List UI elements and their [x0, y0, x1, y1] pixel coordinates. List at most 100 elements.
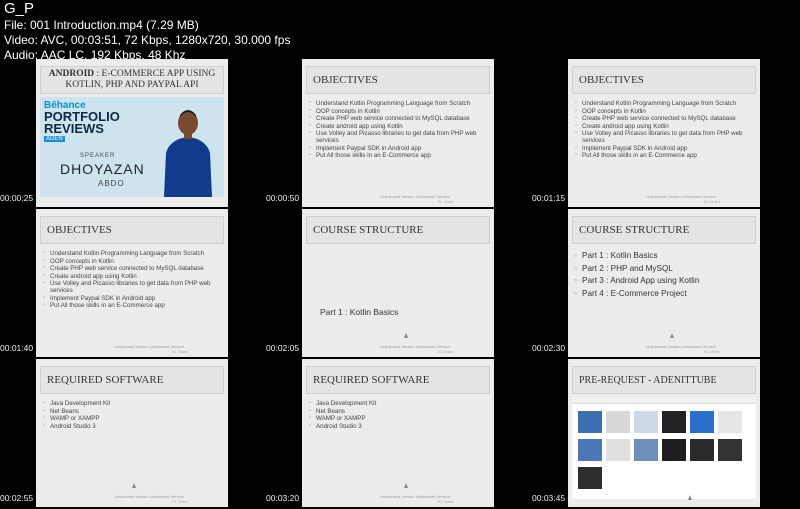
- slide: REQUIRED SOFTWARE Java Development Kit N…: [36, 359, 228, 507]
- slide: COURSE STRUCTURE Part 1 : Kotlin Basics …: [302, 209, 494, 357]
- objectives-list: Understand Kotlin Programming Language f…: [302, 100, 494, 159]
- thumbnail-tile[interactable]: COURSE STRUCTURE Part 1 : Kotlin Basics …: [266, 209, 532, 357]
- slide: OBJECTIVES Understand Kotlin Programming…: [302, 59, 494, 207]
- mouse-cursor-icon: [670, 333, 674, 338]
- thumbnail-tile[interactable]: COURSE STRUCTURE Part 1 : Kotlin Basics …: [532, 209, 798, 357]
- video-thumbnail: [578, 411, 602, 433]
- list-item: Part 2 : PHP and MySQL: [574, 263, 754, 275]
- objectives-list: Understand Kotlin Programming Language f…: [36, 250, 228, 309]
- slide: OBJECTIVES Understand Kotlin Programming…: [36, 209, 228, 357]
- video-thumbnails: [578, 411, 742, 489]
- list-item: Java Development Kit: [43, 400, 222, 407]
- thumbnail-tile[interactable]: OBJECTIVES Understand Kotlin Programming…: [532, 59, 798, 207]
- title-bold: ANDROID: [48, 69, 95, 79]
- list-item: Part 1 : Kotlin Basics: [574, 250, 754, 262]
- timestamp: 00:00:50: [266, 193, 300, 203]
- video-thumbnail: [578, 439, 602, 461]
- mouse-cursor-icon: [132, 483, 136, 488]
- list-item: OOP concepts in Kotlin: [309, 108, 488, 115]
- video-logo: E1 Video: [703, 199, 720, 204]
- timestamp: 00:01:40: [0, 343, 34, 353]
- timestamp: 00:02:30: [532, 343, 566, 353]
- video-logo: E1 Video: [171, 349, 188, 354]
- software-list: Java Development Kit Net Beans WAMP or X…: [36, 400, 228, 430]
- video-thumbnail: [690, 439, 714, 461]
- timestamp: 00:03:20: [266, 493, 300, 503]
- list-item: Use Volley and Picasso libraries to get …: [309, 130, 488, 144]
- slide-title: OBJECTIVES: [572, 66, 756, 94]
- list-item: Create PHP web service connected to MySQ…: [43, 265, 222, 272]
- portfolio-reviews-logo: PORTFOLIO REVIEWS: [44, 110, 120, 136]
- thumbnail-tile[interactable]: ANDROID : E-COMMERCE APP USING KOTLIN, P…: [0, 59, 266, 207]
- video-thumbnail: [662, 411, 686, 433]
- list-item: WAMP or XAMPP: [309, 415, 488, 422]
- browser-toolbar: [572, 397, 756, 404]
- video-logo: E1 Video: [703, 349, 720, 354]
- list-item: Use Volley and Picasso libraries to get …: [43, 280, 222, 294]
- video-logo: E1 Video: [171, 499, 188, 504]
- course-parts-list: Part 1 : Kotlin Basics Part 2 : PHP and …: [568, 250, 760, 300]
- info-header: G_P File: 001 Introduction.mp4 (7.29 MB)…: [4, 0, 290, 63]
- mouse-cursor-icon: [404, 483, 408, 488]
- thumbnail-tile[interactable]: OBJECTIVES Understand Kotlin Programming…: [0, 209, 266, 357]
- slide: COURSE STRUCTURE Part 1 : Kotlin Basics …: [568, 209, 760, 357]
- video-thumbnail: [690, 411, 714, 433]
- list-item: Understand Kotlin Programming Language f…: [309, 100, 488, 107]
- list-item: Put All those skills in an E-Commerce ap…: [43, 302, 222, 309]
- video-info: Video: AVC, 00:03:51, 72 Kbps, 1280x720,…: [4, 33, 291, 47]
- slide-title: ANDROID : E-COMMERCE APP USING KOTLIN, P…: [40, 66, 224, 94]
- slide-title: REQUIRED SOFTWARE: [40, 366, 224, 394]
- software-list: Java Development Kit Net Beans WAMP or X…: [302, 400, 494, 430]
- list-item: OOP concepts in Kotlin: [575, 108, 754, 115]
- list-item: Implement Paypal SDK in Android app: [575, 145, 754, 152]
- aden-badge: ADEN: [44, 136, 65, 142]
- video-thumbnail: [606, 439, 630, 461]
- slide: PRE-REQUEST - ADENITTUBE: [568, 359, 760, 507]
- list-item: Implement Paypal SDK in Android app: [43, 295, 222, 302]
- speaker-last-name: ABDO: [98, 179, 125, 188]
- list-item: Net Beans: [43, 408, 222, 415]
- course-part: Part 1 : Kotlin Basics: [320, 307, 399, 317]
- thumbnail-tile[interactable]: REQUIRED SOFTWARE Java Development Kit N…: [266, 359, 532, 507]
- video-logo: E1 Video: [437, 349, 454, 354]
- video-thumbnail: [578, 467, 602, 489]
- list-item: Put All those skills in an E-Commerce ap…: [575, 152, 754, 159]
- list-item: Part 3 : Android App using Kotlin: [574, 275, 754, 287]
- list-item: Create PHP web service connected to MySQ…: [309, 115, 488, 122]
- reviews-text: REVIEWS: [44, 121, 104, 136]
- slide-title: OBJECTIVES: [306, 66, 490, 94]
- list-item: Net Beans: [309, 408, 488, 415]
- list-item: Create PHP web service connected to MySQ…: [575, 115, 754, 122]
- thumbnail-tile[interactable]: PRE-REQUEST - ADENITTUBE 00:03:45: [532, 359, 798, 507]
- slide-title: OBJECTIVES: [40, 216, 224, 244]
- video-thumbnail: [634, 411, 658, 433]
- mouse-cursor-icon: [404, 333, 408, 338]
- thumbnail-tile[interactable]: OBJECTIVES Understand Kotlin Programming…: [266, 59, 532, 207]
- timestamp: 00:00:25: [0, 193, 34, 203]
- mouse-cursor-icon: [688, 495, 692, 500]
- video-logo: E1 Video: [437, 199, 454, 204]
- video-thumbnail: [662, 439, 686, 461]
- list-item: Java Development Kit: [309, 400, 488, 407]
- timestamp: 00:01:15: [532, 193, 566, 203]
- thumbnail-tile[interactable]: REQUIRED SOFTWARE Java Development Kit N…: [0, 359, 266, 507]
- list-item: Create android app using Kotlin: [575, 123, 754, 130]
- slide-title: PRE-REQUEST - ADENITTUBE: [572, 366, 756, 394]
- list-item: Create android app using Kotlin: [309, 123, 488, 130]
- header-title: G_P: [4, 0, 35, 17]
- video-thumbnail: [718, 439, 742, 461]
- video-thumbnail: [634, 439, 658, 461]
- slide: OBJECTIVES Understand Kotlin Programming…: [568, 59, 760, 207]
- list-item: Implement Paypal SDK in Android app: [309, 145, 488, 152]
- youtube-playlist-screenshot: [572, 397, 756, 499]
- list-item: Part 4 : E-Commerce Project: [574, 288, 754, 300]
- slide: ANDROID : E-COMMERCE APP USING KOTLIN, P…: [36, 59, 228, 207]
- list-item: Android Studio 3: [309, 423, 488, 430]
- list-item: Put All those skills in an E-Commerce ap…: [309, 152, 488, 159]
- list-item: Understand Kotlin Programming Language f…: [43, 250, 222, 257]
- list-item: OOP concepts in Kotlin: [43, 258, 222, 265]
- slide-title: REQUIRED SOFTWARE: [306, 366, 490, 394]
- timestamp: 00:03:45: [532, 493, 566, 503]
- timestamp: 00:02:55: [0, 493, 34, 503]
- list-item: Create android app using Kotlin: [43, 273, 222, 280]
